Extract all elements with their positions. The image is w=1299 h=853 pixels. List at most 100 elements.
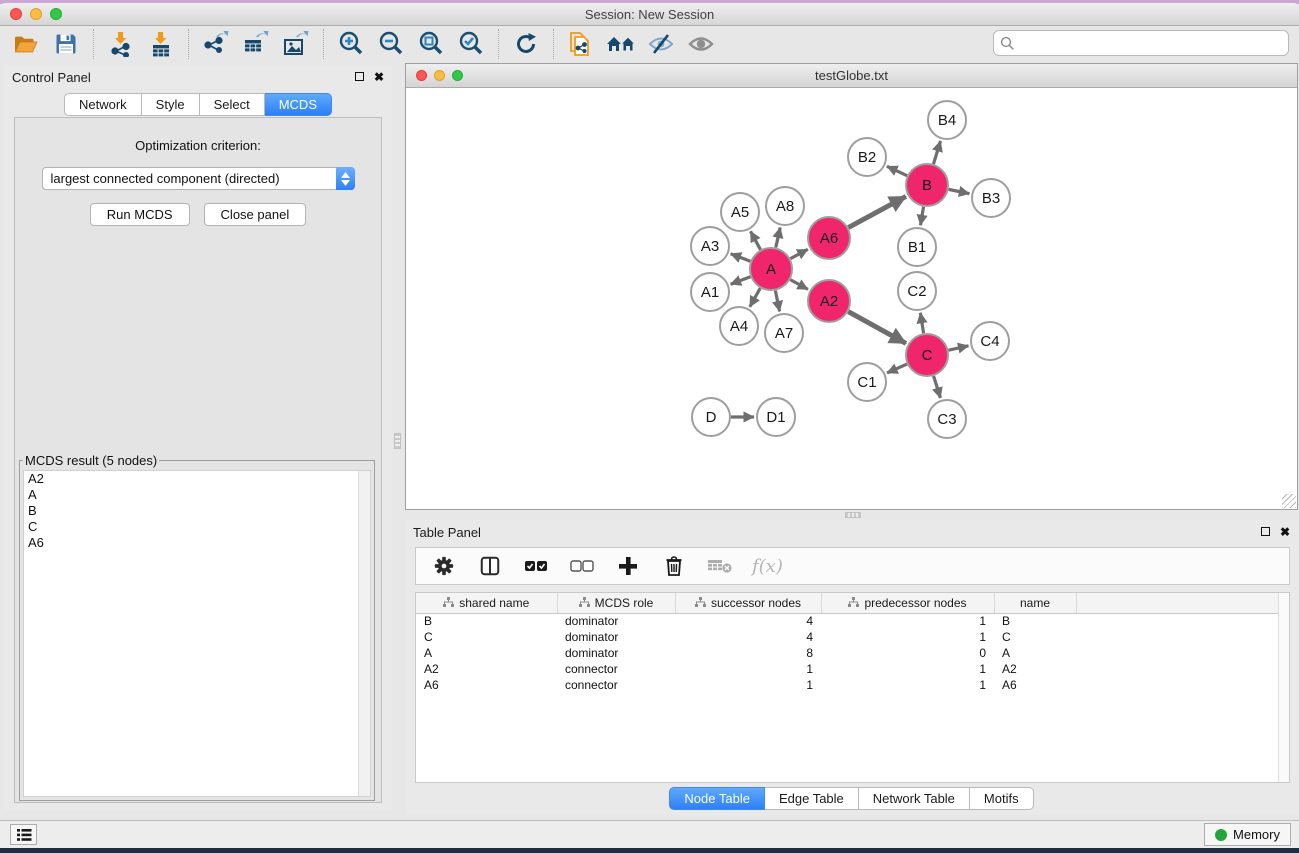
table-cell[interactable]: 1: [821, 677, 994, 693]
show-columns-button[interactable]: [476, 550, 504, 582]
table-cell[interactable]: B: [416, 613, 557, 629]
new-network-from-selection-button[interactable]: [563, 28, 599, 60]
graph-node-B[interactable]: B: [906, 164, 948, 206]
close-panel-button[interactable]: Close panel: [204, 203, 307, 226]
tab-select[interactable]: Select: [200, 93, 265, 116]
table-cell[interactable]: A: [994, 645, 1076, 661]
close-table-panel-icon[interactable]: ✖: [1280, 526, 1290, 538]
graph-edge-C-C3[interactable]: [934, 376, 941, 398]
graph-node-D[interactable]: D: [692, 398, 730, 436]
float-panel-icon[interactable]: [355, 71, 364, 83]
graph-node-A3[interactable]: A3: [691, 227, 729, 265]
zoom-fit-button[interactable]: [413, 28, 449, 60]
graph-edge-C-C4[interactable]: [948, 346, 968, 350]
run-mcds-button[interactable]: Run MCDS: [90, 203, 190, 226]
close-panel-icon[interactable]: ✖: [374, 71, 384, 83]
tab-motifs[interactable]: Motifs: [970, 787, 1034, 810]
function-builder-icon[interactable]: f(x): [752, 556, 783, 577]
select-all-rows-button[interactable]: [522, 550, 550, 582]
graph-node-C1[interactable]: C1: [848, 363, 886, 401]
graph-node-A1[interactable]: A1: [691, 273, 729, 311]
table-scrollbar[interactable]: [1278, 593, 1289, 782]
table-cell[interactable]: A2: [994, 661, 1076, 677]
table-cell[interactable]: 1: [675, 677, 821, 693]
table-cell[interactable]: connector: [557, 661, 675, 677]
graph-edge-A-A5[interactable]: [751, 231, 761, 249]
graph-edge-A-A6[interactable]: [790, 249, 807, 258]
memory-button[interactable]: Memory: [1204, 823, 1291, 846]
mcds-result-item[interactable]: B: [24, 503, 370, 519]
delete-table-button-disabled[interactable]: [706, 550, 734, 582]
tab-network[interactable]: Network: [64, 93, 142, 116]
zoom-out-button[interactable]: [373, 28, 409, 60]
graph-node-C2[interactable]: C2: [898, 272, 936, 310]
mcds-result-item[interactable]: A6: [24, 535, 370, 551]
table-cell[interactable]: B: [994, 613, 1076, 629]
import-network-button[interactable]: [103, 28, 139, 60]
horizontal-splitter-grip[interactable]: [845, 512, 861, 518]
tab-mcds[interactable]: MCDS: [265, 93, 332, 116]
graph-edge-A-A4[interactable]: [750, 288, 760, 307]
add-column-button[interactable]: [614, 550, 642, 582]
column-header-shared-name[interactable]: shared name: [416, 593, 557, 613]
graph-node-A4[interactable]: A4: [720, 307, 758, 345]
graph-edge-C-C2[interactable]: [920, 313, 923, 334]
graph-edge-C-C1[interactable]: [887, 364, 907, 373]
zoom-in-button[interactable]: [333, 28, 369, 60]
export-network-button[interactable]: [198, 28, 234, 60]
tab-style[interactable]: Style: [142, 93, 200, 116]
mcds-result-item[interactable]: A2: [24, 471, 370, 487]
table-cell[interactable]: connector: [557, 677, 675, 693]
graph-edge-A-A7[interactable]: [775, 291, 779, 312]
graph-edge-A-A3[interactable]: [731, 254, 751, 261]
table-cell[interactable]: dominator: [557, 629, 675, 645]
table-row[interactable]: Cdominator41C: [416, 629, 1289, 645]
float-table-panel-icon[interactable]: [1261, 526, 1270, 538]
table-cell[interactable]: 1: [821, 613, 994, 629]
graph-node-B3[interactable]: B3: [972, 179, 1010, 217]
graph-node-A[interactable]: A: [750, 248, 792, 290]
deselect-all-rows-button[interactable]: [568, 550, 596, 582]
graph-node-C4[interactable]: C4: [971, 322, 1009, 360]
first-neighbors-button[interactable]: [603, 28, 639, 60]
graph-edge-A2-C[interactable]: [848, 312, 906, 344]
table-cell[interactable]: A6: [416, 677, 557, 693]
graph-edge-A6-B[interactable]: [848, 196, 906, 227]
zoom-selected-button[interactable]: [453, 28, 489, 60]
table-cell[interactable]: 1: [821, 661, 994, 677]
optimization-criterion-select[interactable]: largest connected component (directed): [42, 167, 355, 190]
result-list-scrollbar[interactable]: [358, 471, 370, 796]
show-all-button[interactable]: [683, 28, 719, 60]
graph-edge-A-A8[interactable]: [776, 227, 780, 247]
table-cell[interactable]: 8: [675, 645, 821, 661]
mcds-result-item[interactable]: A: [24, 487, 370, 503]
hide-selected-button[interactable]: [643, 28, 679, 60]
table-settings-button[interactable]: [430, 550, 458, 582]
window-resize-grip[interactable]: [1282, 494, 1296, 508]
import-table-button[interactable]: [143, 28, 179, 60]
network-window-titlebar[interactable]: testGlobe.txt: [406, 64, 1297, 88]
graph-edge-B-B4[interactable]: [933, 141, 940, 164]
export-image-button[interactable]: [278, 28, 314, 60]
column-header-name[interactable]: name: [994, 593, 1076, 613]
table-cell[interactable]: 4: [675, 629, 821, 645]
graph-node-A7[interactable]: A7: [765, 314, 803, 352]
graph-edge-B-B3[interactable]: [949, 189, 970, 193]
graph-node-B1[interactable]: B1: [898, 228, 936, 266]
graph-node-B2[interactable]: B2: [848, 138, 886, 176]
table-row[interactable]: A2connector11A2: [416, 661, 1289, 677]
table-cell[interactable]: A2: [416, 661, 557, 677]
table-cell[interactable]: A: [416, 645, 557, 661]
task-history-button[interactable]: [10, 824, 37, 845]
export-table-button[interactable]: [238, 28, 274, 60]
table-cell[interactable]: C: [416, 629, 557, 645]
graph-node-A6[interactable]: A6: [808, 217, 850, 259]
table-cell[interactable]: 1: [675, 661, 821, 677]
table-cell[interactable]: A6: [994, 677, 1076, 693]
table-row[interactable]: Bdominator41B: [416, 613, 1289, 629]
tab-node-table[interactable]: Node Table: [669, 787, 765, 810]
tab-network-table[interactable]: Network Table: [859, 787, 970, 810]
table-cell[interactable]: 0: [821, 645, 994, 661]
graph-node-A8[interactable]: A8: [766, 187, 804, 225]
refresh-view-button[interactable]: [508, 28, 544, 60]
